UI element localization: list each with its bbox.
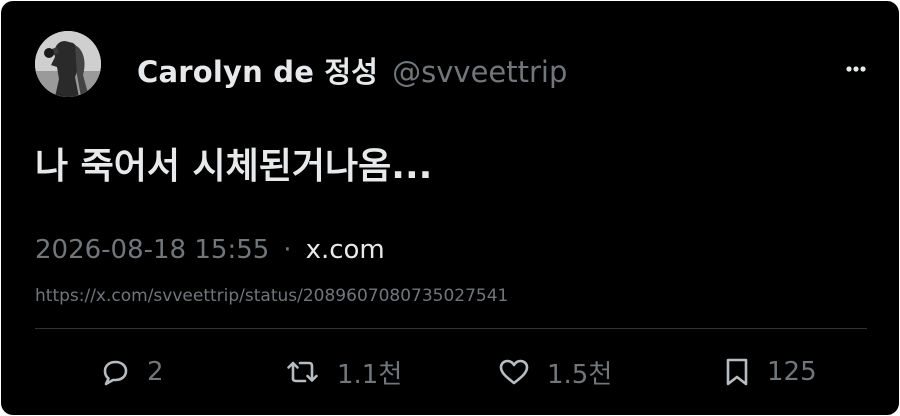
like-count: 1.5천 (547, 359, 613, 390)
author-handle[interactable]: @svveettrip (392, 55, 567, 89)
heart-icon (499, 359, 529, 385)
tweet-url[interactable]: https://x.com/svveettrip/status/20896070… (35, 286, 508, 306)
retweet-icon (287, 361, 318, 383)
retweet-count: 1.1천 (337, 359, 403, 390)
bookmark-icon (726, 358, 748, 386)
reply-bubble-icon (103, 360, 128, 386)
display-name[interactable]: Carolyn de 정성 (137, 49, 378, 91)
tweet-card: Carolyn de 정성 @svveettrip 나 죽어서 시체된거나옴..… (1, 1, 899, 415)
author-row: Carolyn de 정성 @svveettrip (137, 49, 567, 91)
source-link[interactable]: x.com (306, 235, 385, 265)
avatar[interactable] (35, 31, 101, 97)
bookmark-count: 125 (767, 357, 817, 387)
bookmark-button[interactable]: 125 (723, 351, 817, 393)
reply-button[interactable]: 2 (99, 351, 164, 393)
like-button[interactable]: 1.5천 (497, 351, 612, 393)
tweet-text: 나 죽어서 시체된거나옴... (35, 146, 433, 187)
meta-separator: · (283, 235, 292, 265)
more-horizontal-icon[interactable] (843, 59, 869, 79)
retweet-button[interactable]: 1.1천 (285, 351, 402, 393)
divider (35, 328, 867, 329)
reply-count: 2 (147, 357, 164, 387)
avatar-photo (35, 31, 101, 97)
tweet-meta: 2026-08-18 15:55 · x.com (35, 235, 385, 265)
timestamp[interactable]: 2026-08-18 15:55 (35, 235, 269, 265)
